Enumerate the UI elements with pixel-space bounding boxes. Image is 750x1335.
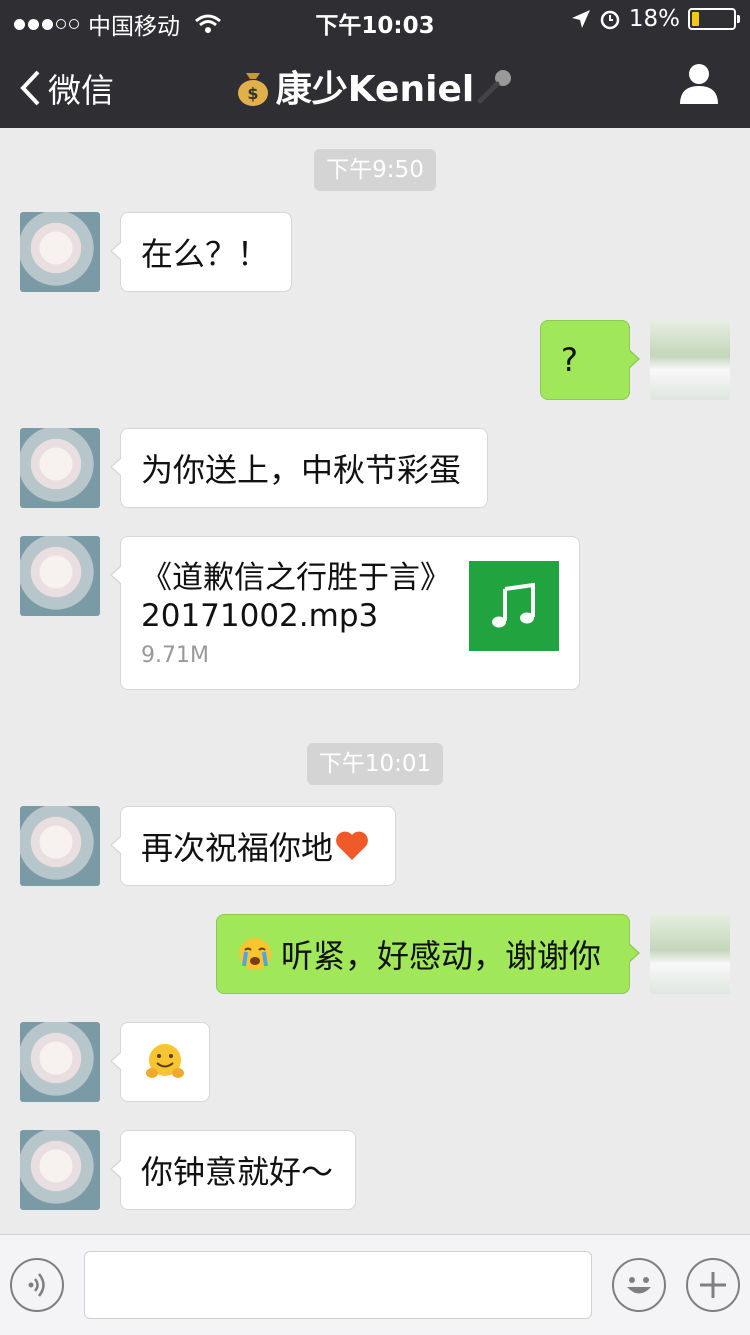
battery-percent: 18% — [628, 6, 680, 32]
location-icon — [571, 10, 590, 28]
plus-icon — [700, 1272, 726, 1298]
plus-button[interactable] — [686, 1258, 740, 1312]
microphone-icon — [477, 70, 512, 104]
money-bag-icon: $ — [237, 73, 268, 106]
message-bubble[interactable]: 再次祝福你地 — [110, 806, 396, 886]
avatar-self[interactable] — [650, 914, 730, 994]
status-right: 18% — [571, 6, 740, 32]
hugging-face-emoji — [146, 1044, 184, 1078]
battery-icon — [688, 8, 740, 30]
emoji-icon — [627, 1277, 651, 1294]
emoji-button[interactable] — [612, 1258, 666, 1312]
status-bar: 中国移动 下午10:03 18% — [0, 0, 750, 40]
avatar-contact[interactable] — [20, 536, 100, 616]
timestamp: 下午9:50 — [0, 149, 750, 191]
file-size: 9.71M — [141, 643, 209, 668]
crying-face-emoji — [239, 938, 271, 970]
avatar-contact[interactable] — [20, 212, 100, 292]
message-bubble-self[interactable]: ? — [540, 320, 640, 400]
file-message[interactable]: 《道歉信之行胜于言》20171002.mp3 9.71M — [110, 536, 580, 690]
file-name: 《道歉信之行胜于言》20171002.mp3 — [141, 560, 436, 634]
message-bubble[interactable]: 你钟意就好～ — [110, 1130, 356, 1210]
message-bubble[interactable] — [110, 1022, 210, 1102]
voice-icon — [28, 1273, 45, 1297]
avatar-contact[interactable] — [20, 1130, 100, 1210]
music-note-icon — [469, 561, 559, 651]
message-bubble-self[interactable]: 听紧，好感动，谢谢你 — [216, 914, 640, 994]
chat-title-text: 康少Keniel — [275, 69, 475, 110]
voice-button[interactable] — [10, 1258, 64, 1312]
message-bubble[interactable]: 在么？！ — [110, 212, 292, 292]
chat-title: $ 康少Keniel — [0, 60, 750, 112]
profile-icon[interactable] — [678, 62, 720, 104]
top-bar: 中国移动 下午10:03 18% 微信 $ 康少Keniel — [0, 0, 750, 128]
avatar-contact[interactable] — [20, 806, 100, 886]
avatar-contact[interactable] — [20, 1022, 100, 1102]
timestamp: 下午10:01 — [0, 743, 750, 785]
message-bubble[interactable]: 为你送上，中秋节彩蛋 — [110, 428, 488, 508]
avatar-contact[interactable] — [20, 428, 100, 508]
svg-text:$: $ — [247, 84, 258, 103]
heart-emoji — [336, 831, 368, 860]
input-bar — [0, 1234, 750, 1335]
nav-bar: 微信 $ 康少Keniel — [0, 40, 750, 128]
avatar-self[interactable] — [650, 320, 730, 400]
message-input[interactable] — [84, 1251, 592, 1319]
alarm-icon — [600, 10, 620, 30]
